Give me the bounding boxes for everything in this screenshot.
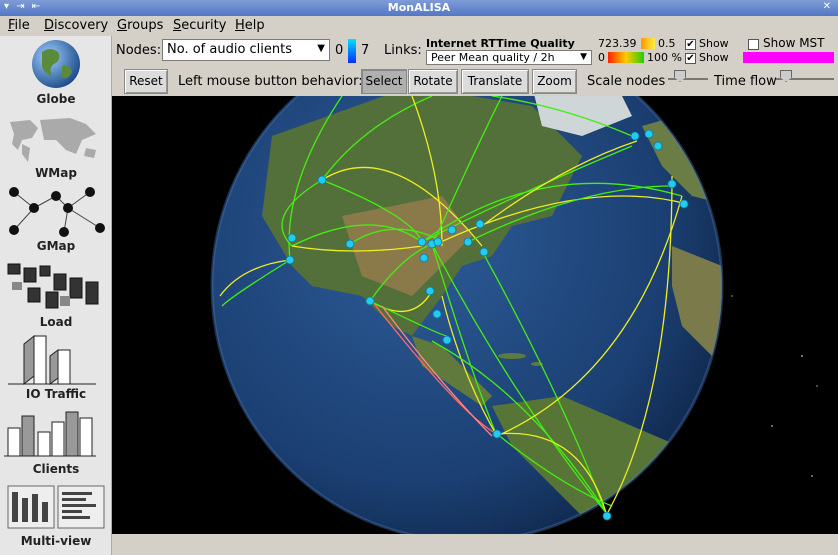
network-node[interactable] (492, 429, 502, 439)
close-icon[interactable]: ✕ (823, 1, 834, 12)
load-chart-icon (7, 263, 99, 309)
mst-color-swatch (743, 52, 834, 63)
show-quality-label: Show (699, 51, 729, 64)
scale-nodes-slider[interactable] (668, 70, 708, 86)
translate-button[interactable]: Translate (461, 69, 529, 94)
show-mst-checkbox[interactable] (748, 39, 759, 50)
menu-file[interactable]: File (8, 18, 30, 33)
clients-chart-icon (4, 411, 96, 457)
menu-groups[interactable]: Groups (117, 18, 163, 33)
io-traffic-icon (8, 334, 96, 386)
mouse-behavior-label: Left mouse button behavior: (178, 74, 363, 89)
network-node[interactable] (419, 253, 429, 263)
graph-map-icon (9, 187, 105, 237)
menu-security[interactable]: Security (173, 18, 226, 33)
zoom-button[interactable]: Zoom (532, 69, 577, 94)
network-node[interactable] (447, 225, 457, 235)
network-node[interactable] (479, 247, 489, 257)
sidebar-label-globe: Globe (36, 92, 76, 106)
rt-color-scale (641, 38, 655, 49)
sidebar-item-load[interactable]: Load (0, 260, 112, 330)
nodes-links-panel: Nodes: No. of audio clients ▼ 0 7 Links:… (112, 36, 838, 66)
network-node[interactable] (679, 199, 689, 209)
links-label: Links: (384, 43, 422, 58)
rotate-button[interactable]: Rotate (408, 69, 458, 94)
sidebar-item-globe[interactable]: Globe (0, 38, 112, 108)
sidebar-label-gmap: GMap (36, 239, 76, 253)
sidebar-item-multi-view[interactable]: Multi-view (0, 482, 112, 552)
show-mst-label: Show MST (763, 36, 825, 50)
quality-color-scale (608, 52, 644, 63)
nodes-select-value: No. of audio clients (167, 42, 293, 57)
network-node[interactable] (417, 237, 427, 247)
menu-discovery[interactable]: Discovery (44, 18, 108, 33)
star-field (731, 295, 818, 477)
network-node[interactable] (317, 175, 327, 185)
globe-canvas[interactable] (112, 96, 838, 534)
scale-nodes-label: Scale nodes (587, 74, 666, 89)
network-node[interactable] (442, 335, 452, 345)
network-node[interactable] (475, 219, 485, 229)
multi-view-icon (7, 485, 105, 529)
sidebar-item-gmap[interactable]: GMap (0, 186, 112, 256)
rt-min-value: 0.5 (658, 37, 676, 50)
nodes-min-value: 0 (335, 43, 344, 58)
chevron-down-icon: ▼ (317, 43, 325, 54)
menu-bar: File Discovery Groups Security Help (0, 16, 838, 36)
show-quality-checkbox[interactable]: ✔ (685, 53, 696, 64)
sidebar-label-clients: Clients (32, 462, 80, 476)
network-node[interactable] (425, 286, 435, 296)
globe-icon (32, 40, 80, 88)
chevron-down-icon: ▼ (580, 52, 587, 62)
nodes-select[interactable]: No. of audio clients ▼ (162, 39, 330, 61)
network-node[interactable] (602, 511, 612, 521)
select-button[interactable]: Select (361, 69, 407, 94)
slider-thumb[interactable] (674, 70, 686, 82)
network-node[interactable] (630, 131, 640, 141)
view-sidebar: Globe WMap GMap Load IO Traffic Clients … (0, 36, 112, 555)
quality-max-value: 100 % (647, 51, 682, 64)
sidebar-label-io-traffic: IO Traffic (25, 387, 87, 401)
time-flow-label: Time flow (714, 74, 777, 89)
quality-min-value: 0 (598, 51, 605, 64)
network-node[interactable] (287, 233, 297, 243)
network-node[interactable] (433, 237, 443, 247)
sidebar-label-multi-view: Multi-view (20, 534, 92, 548)
title-bar: ▾ ⇥ ⇤ MonALISA ✕ (0, 0, 838, 16)
show-rt-checkbox[interactable]: ✔ (685, 39, 696, 50)
window-title: MonALISA (387, 1, 451, 14)
network-node[interactable] (667, 179, 677, 189)
links-select-value: Peer Mean quality / 2h (431, 51, 555, 64)
network-node[interactable] (463, 237, 473, 247)
links-title: Internet RTTime Quality (426, 37, 575, 50)
nodes-color-scale (348, 39, 356, 63)
sidebar-label-wmap: WMap (35, 166, 77, 180)
network-node[interactable] (644, 129, 654, 139)
network-node[interactable] (285, 255, 295, 265)
sidebar-label-load: Load (39, 315, 73, 329)
globe-toolbar: Reset Left mouse button behavior: Select… (112, 66, 838, 96)
show-rt-label: Show (699, 37, 729, 50)
links-select[interactable]: Peer Mean quality / 2h ▼ (426, 50, 592, 65)
rt-value: 723.39 (598, 37, 637, 50)
slider-thumb[interactable] (780, 70, 792, 82)
nodes-max-value: 7 (361, 43, 370, 58)
reset-button[interactable]: Reset (124, 69, 168, 94)
network-node[interactable] (365, 296, 375, 306)
menu-help[interactable]: Help (235, 18, 265, 33)
network-node[interactable] (432, 309, 442, 319)
status-bar (112, 534, 838, 555)
sidebar-item-wmap[interactable]: WMap (0, 114, 112, 182)
globe-view[interactable] (112, 96, 838, 534)
network-node[interactable] (653, 141, 663, 151)
sidebar-item-io-traffic[interactable]: IO Traffic (0, 334, 112, 404)
nodes-label: Nodes: (116, 43, 162, 58)
sidebar-item-clients[interactable]: Clients (0, 408, 112, 478)
world-map-icon (10, 118, 96, 162)
network-node[interactable] (345, 239, 355, 249)
time-flow-slider[interactable] (776, 70, 834, 86)
